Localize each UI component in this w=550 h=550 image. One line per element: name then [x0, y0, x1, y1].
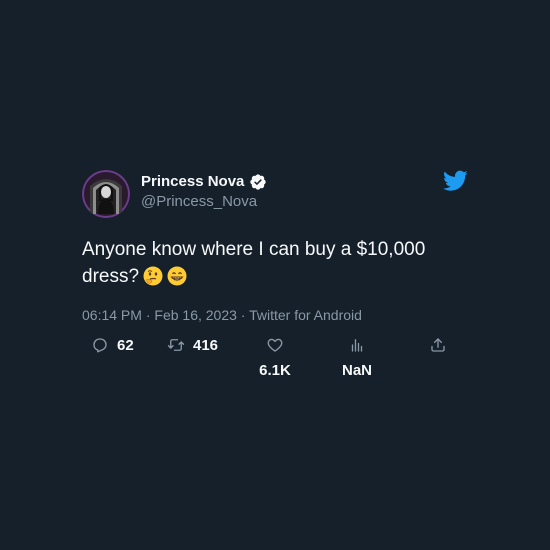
reply-count: 62 — [117, 336, 134, 354]
twitter-bird-icon — [443, 170, 468, 192]
retweet-count: 416 — [193, 336, 219, 354]
views-count: NaN — [341, 362, 372, 379]
reply-icon — [91, 336, 109, 354]
tweet-text: Anyone know where I can buy a $10,000 dr… — [82, 236, 482, 290]
thinking-face-icon — [143, 266, 163, 286]
tweet-body: Anyone know where I can buy a $10,000 dr… — [82, 239, 426, 287]
share-button[interactable] — [429, 336, 447, 354]
tweet-time[interactable]: 06:14 PM — [82, 307, 142, 323]
avatar[interactable] — [82, 170, 130, 218]
heart-icon — [266, 336, 284, 354]
meta-separator: · — [240, 307, 246, 323]
author-handle[interactable]: @Princess_Nova — [141, 192, 257, 212]
like-button[interactable] — [266, 336, 284, 354]
tweet-card: Princess Nova @Princess_Nova Anyone know… — [0, 0, 550, 550]
retweet-button[interactable]: 416 — [167, 336, 218, 354]
tweet-meta: 06:14 PM · Feb 16, 2023 · Twitter for An… — [82, 306, 362, 324]
views-button[interactable] — [348, 336, 366, 354]
avatar-image — [82, 170, 130, 218]
verified-badge-icon — [249, 173, 267, 191]
like-count: 6.1K — [259, 362, 291, 379]
retweet-icon — [167, 336, 185, 354]
grinning-face-icon — [167, 266, 187, 286]
views-icon — [348, 336, 366, 354]
tweet-source[interactable]: Twitter for Android — [249, 307, 362, 323]
author-name-row: Princess Nova — [141, 172, 267, 192]
share-icon — [429, 336, 447, 354]
reply-button[interactable]: 62 — [91, 336, 134, 354]
tweet-date[interactable]: Feb 16, 2023 — [154, 307, 237, 323]
meta-separator: · — [145, 307, 151, 323]
author-display-name[interactable]: Princess Nova — [141, 172, 244, 192]
